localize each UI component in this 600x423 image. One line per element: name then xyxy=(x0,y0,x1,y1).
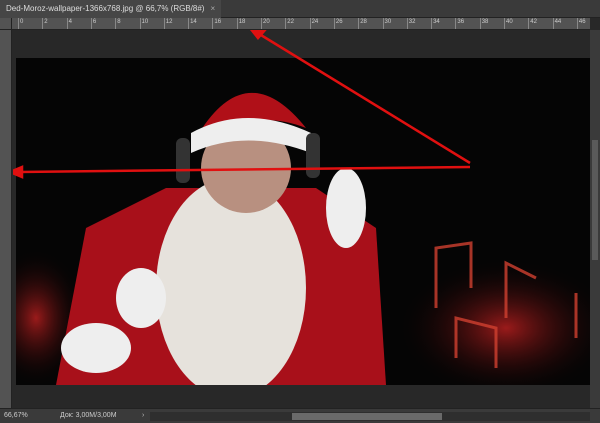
status-bar: 66,67% Док: 3,00M/3,00M › xyxy=(0,408,600,423)
vertical-scroll-thumb[interactable] xyxy=(592,140,598,260)
horizontal-scrollbar[interactable] xyxy=(150,412,590,421)
ruler-tick-label: 2 xyxy=(42,18,48,29)
document-size: Док: 3,00M/3,00M xyxy=(60,412,117,419)
ruler-tick-label: 18 xyxy=(236,18,245,29)
canvas-area[interactable] xyxy=(13,30,590,408)
ruler-tick-label: 22 xyxy=(285,18,294,29)
ruler-tick-label: 8 xyxy=(115,18,121,29)
document-tab-title: Ded-Moroz-wallpaper-1366x768.jpg @ 66,7%… xyxy=(6,4,205,13)
ruler-tick-label: 34 xyxy=(431,18,440,29)
close-icon[interactable]: × xyxy=(210,0,215,18)
ruler-tick-label: 30 xyxy=(382,18,391,29)
zoom-level[interactable]: 66,67% xyxy=(4,409,28,423)
ruler-tick-label: 26 xyxy=(333,18,343,29)
document-tab-bar: Ded-Moroz-wallpaper-1366x768.jpg @ 66,7%… xyxy=(0,0,600,18)
ruler-tick-label: 40 xyxy=(504,18,513,29)
ruler-tick-label: 16 xyxy=(212,18,221,29)
horizontal-ruler[interactable]: 0 2 4 6 8 10 12 14 16 18 20 22 24 26 28 30 32 34 36 38 40 42 4… xyxy=(12,18,590,30)
horizontal-scroll-thumb[interactable] xyxy=(292,413,442,420)
arrow-head-left xyxy=(13,165,24,179)
document-tab[interactable]: Ded-Moroz-wallpaper-1366x768.jpg @ 66,7%… xyxy=(0,0,222,18)
ruler-tick-label: 12 xyxy=(163,18,172,29)
status-menu-arrow[interactable]: › xyxy=(142,409,144,423)
ruler-tick-label: 10 xyxy=(139,18,148,29)
ruler-tick-label: 42 xyxy=(528,18,537,29)
ruler-tick-label: 36 xyxy=(455,18,464,29)
vertical-scrollbar[interactable] xyxy=(590,30,600,408)
ruler-tick-label: 14 xyxy=(188,18,197,29)
ruler-tick-label: 32 xyxy=(406,18,415,29)
ruler-tick-label: 6 xyxy=(90,18,96,29)
ruler-tick-label: 46 xyxy=(576,18,586,29)
ruler-tick-label: 20 xyxy=(261,18,270,29)
annotation-arrows xyxy=(13,30,471,179)
ruler-tick-label: 44 xyxy=(552,18,561,29)
ruler-tick-label: 24 xyxy=(309,18,318,29)
vertical-ruler[interactable] xyxy=(0,30,12,408)
ruler-tick-label: 38 xyxy=(479,18,488,29)
ruler-origin[interactable] xyxy=(0,18,12,30)
ruler-tick-label: 28 xyxy=(358,18,367,29)
ruler-tick-label: 0 xyxy=(18,18,23,29)
ruler-tick-label: 4 xyxy=(66,18,72,29)
